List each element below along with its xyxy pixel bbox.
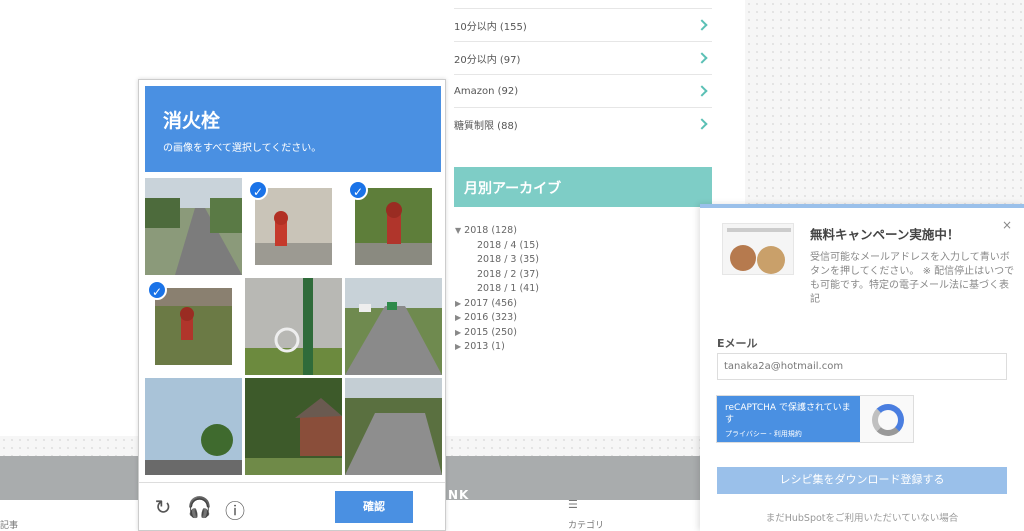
triangle-right-icon: ▶ [455, 298, 462, 308]
archive-list: ▼ 2018 (128) 2018 / 4 (15) 2018 / 3 (35) … [455, 224, 539, 355]
captcha-tile[interactable] [245, 378, 342, 475]
chevron-right-icon [696, 118, 708, 130]
triangle-down-icon: ▼ [455, 226, 462, 235]
category-item[interactable]: 10分以内 (155) [454, 8, 712, 41]
archive-item[interactable]: ▶ 2015 (250) [455, 326, 539, 341]
triangle-right-icon: ▶ [455, 342, 462, 351]
popup-thumbnail [722, 223, 794, 275]
close-icon[interactable]: × [1002, 218, 1012, 232]
tile-image-sky-trees [145, 378, 242, 475]
hubspot-popup: 無料キャンペーン実施中！ × 受信可能なメールアドレスを入力して青いボタンを押し… [700, 204, 1024, 531]
tile-image-road-trees [345, 378, 442, 475]
recaptcha-text-area: reCAPTCHA で保護されています プライバシー - 利用規約 [717, 396, 860, 442]
chevron-right-icon [696, 19, 708, 31]
category-item[interactable]: 20分以内 (97) [454, 41, 712, 74]
archive-item[interactable]: 2018 / 1 (41) [455, 282, 539, 297]
tile-image-road-trucks [345, 278, 442, 375]
tile-image-hydrant [155, 288, 232, 365]
tile-image-bike [245, 278, 342, 375]
captcha-grid: ✓ ✓ ✓ [145, 178, 442, 476]
tile-image-road [145, 178, 242, 275]
check-icon: ✓ [248, 180, 268, 200]
reload-icon[interactable]: ↻ [151, 495, 175, 519]
recaptcha-logo-icon [872, 404, 904, 436]
footer-nav-articles[interactable]: 記事 [0, 518, 18, 531]
archive-heading: 月別アーカイブ [454, 167, 712, 207]
archive-item[interactable]: 2018 / 3 (35) [455, 253, 539, 268]
archive-item[interactable]: ▼ 2018 (128) [455, 224, 539, 239]
captcha-header: 消火栓 の画像をすべて選択してください。 [145, 86, 441, 172]
verify-button[interactable]: 確認 [335, 491, 413, 523]
category-item[interactable]: 糖質制限 (88) [454, 107, 712, 140]
captcha-target: 消火栓 [163, 110, 221, 132]
captcha-challenge: 消火栓 の画像をすべて選択してください。 ✓ ✓ ✓ ↻ 🎧 ⓘ 確認 [138, 79, 446, 531]
recaptcha-links[interactable]: プライバシー - 利用規約 [725, 429, 852, 439]
chevron-right-icon [696, 85, 708, 97]
popup-footer-text[interactable]: まだHubSpotをご利用いただいていない場合 [700, 510, 1024, 524]
captcha-tile[interactable] [345, 278, 442, 375]
archive-item[interactable]: 2018 / 4 (15) [455, 239, 539, 254]
archive-item[interactable]: ▶ 2017 (456) [455, 297, 539, 312]
recaptcha-text: reCAPTCHA で保護されています [725, 403, 851, 425]
info-icon[interactable]: ⓘ [223, 495, 247, 524]
email-label: Eメール [717, 337, 758, 350]
email-field[interactable]: tanaka2a@hotmail.com [717, 353, 1007, 380]
chevron-right-icon [696, 52, 708, 64]
footer-nav-category[interactable]: カテゴリ [568, 518, 604, 531]
download-register-button[interactable]: レシピ集をダウンロード登録する [717, 467, 1007, 494]
check-icon: ✓ [147, 280, 167, 300]
menu-icon[interactable]: ☰ [568, 498, 578, 511]
captcha-tile[interactable] [345, 378, 442, 475]
triangle-right-icon: ▶ [455, 327, 462, 337]
triangle-right-icon: ▶ [455, 313, 462, 322]
archive-item[interactable]: ▶ 2013 (1) [455, 340, 539, 355]
category-item[interactable]: Amazon (92) [454, 74, 712, 107]
captcha-tile[interactable] [245, 278, 342, 375]
archive-item[interactable]: 2018 / 2 (37) [455, 268, 539, 283]
tile-image-hydrant [255, 188, 332, 265]
tile-image-hydrant [355, 188, 432, 265]
archive-item[interactable]: ▶ 2016 (323) [455, 311, 539, 326]
popup-description: 受信可能なメールアドレスを入力して青いボタンを押してください。 ※ 配信停止はい… [810, 252, 1015, 305]
captcha-tile[interactable] [145, 178, 242, 275]
tile-image-house [245, 378, 342, 475]
captcha-tile[interactable] [145, 378, 242, 475]
category-list: 10分以内 (155) 20分以内 (97) Amazon (92) 糖質制限 … [454, 8, 712, 140]
popup-title: 無料キャンペーン実施中！ [810, 227, 960, 242]
captcha-footer: ↻ 🎧 ⓘ 確認 [139, 482, 445, 530]
check-icon: ✓ [348, 180, 368, 200]
recaptcha-badge[interactable]: reCAPTCHA で保護されています プライバシー - 利用規約 [716, 395, 914, 443]
captcha-instruction: の画像をすべて選択してください。 [163, 143, 322, 154]
headphones-icon[interactable]: 🎧 [187, 495, 212, 519]
